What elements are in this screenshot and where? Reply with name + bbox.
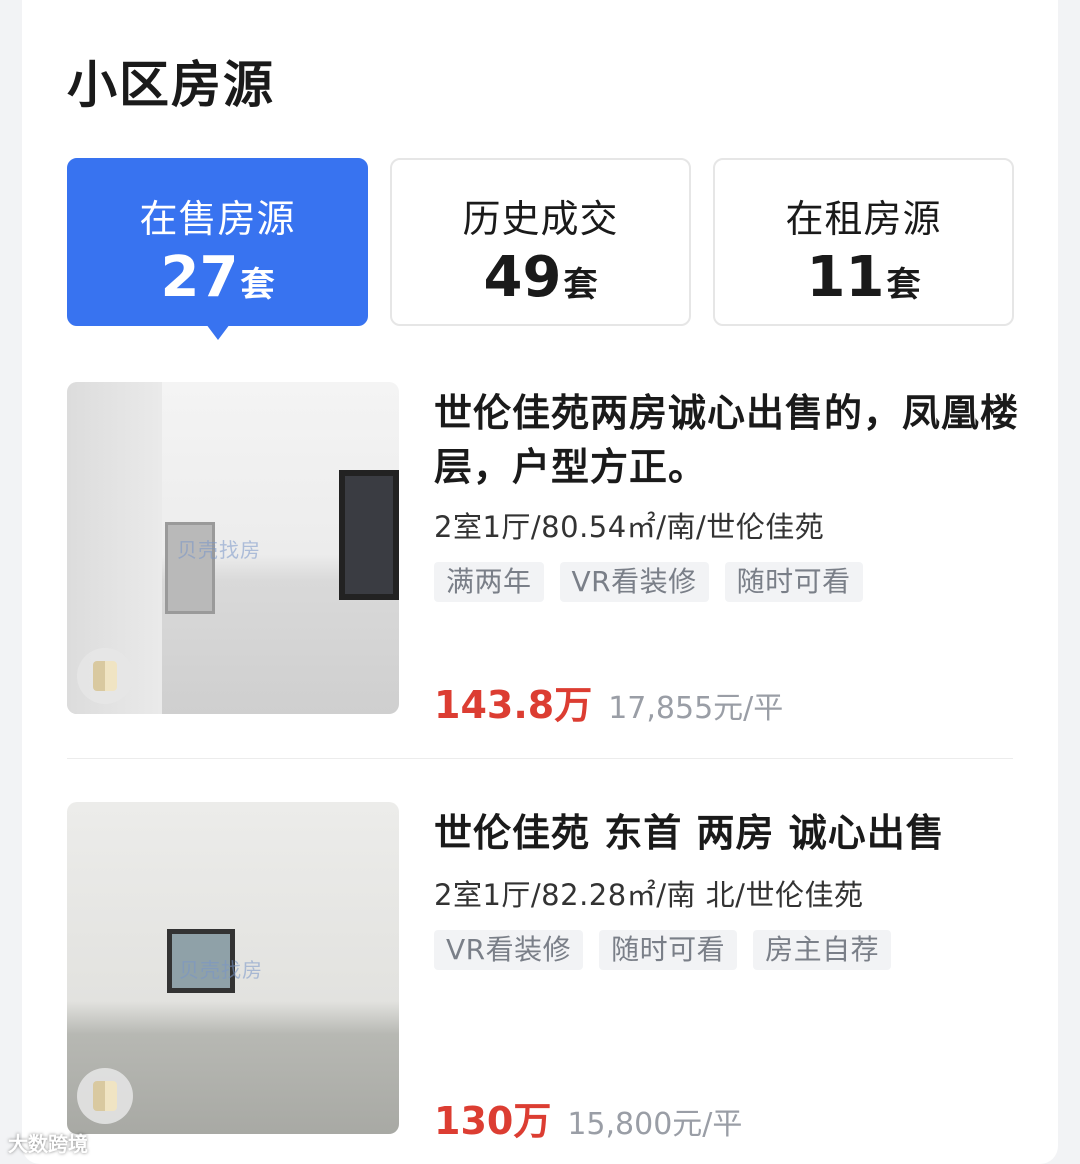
section-title: 小区房源 (67, 56, 275, 114)
listing-meta: 2室1厅/80.54㎡/南/世伦佳苑 (434, 510, 825, 544)
tag: 满两年 (434, 562, 544, 602)
vr-badge-icon[interactable] (77, 1068, 133, 1124)
listing-meta: 2室1厅/82.28㎡/南 北/世伦佳苑 (434, 878, 864, 912)
listing-title: 世伦佳苑两房诚心出售的，凤凰楼层，户型方正。 (434, 391, 1020, 489)
footer-watermark: 大数跨境 (8, 1132, 88, 1156)
tag: 房主自荐 (753, 930, 892, 970)
tab-unit: 套 (240, 265, 275, 305)
community-listings-card: 小区房源 在售房源 27套 历史成交 49套 在租房源 11套 贝壳找房 世伦佳… (22, 0, 1058, 1164)
tab-for-rent[interactable]: 在租房源 11套 (713, 158, 1014, 326)
listing-item[interactable]: 贝壳找房 世伦佳苑两房诚心出售的，凤凰楼层，户型方正。 2室1厅/80.54㎡/… (67, 382, 1018, 727)
photo-watermark: 贝壳找房 (177, 538, 261, 562)
listing-tags: VR看装修 随时可看 房主自荐 (434, 930, 892, 970)
price-row: 130万 15,800元/平 (434, 1090, 742, 1145)
tab-count-row: 49套 (392, 245, 689, 310)
vr-badge-icon[interactable] (77, 648, 133, 704)
total-price: 143.8万 (434, 683, 593, 727)
tab-count: 27 (160, 245, 239, 310)
tab-unit: 套 (886, 265, 921, 305)
unit-price: 17,855元/平 (608, 691, 784, 726)
tab-count-row: 27套 (69, 245, 366, 310)
tab-label: 历史成交 (462, 197, 619, 241)
photo-watermark: 贝壳找房 (179, 958, 263, 982)
listing-title: 世伦佳苑 东首 两房 诚心出售 (434, 811, 945, 855)
divider (67, 758, 1013, 759)
listing-photo[interactable]: 贝壳找房 (67, 802, 399, 1134)
tab-history-deals[interactable]: 历史成交 49套 (390, 158, 691, 326)
tab-count: 49 (483, 245, 562, 310)
tab-count-row: 11套 (715, 245, 1012, 310)
tab-label: 在售房源 (139, 197, 296, 241)
tab-label: 在租房源 (785, 197, 942, 241)
photo-window (339, 470, 399, 600)
tab-for-sale[interactable]: 在售房源 27套 (67, 158, 368, 340)
listing-photo[interactable]: 贝壳找房 (67, 382, 399, 714)
vr-cube-icon (93, 1081, 117, 1111)
unit-price: 15,800元/平 (567, 1107, 743, 1142)
price-row: 143.8万 17,855元/平 (434, 674, 783, 729)
total-price: 130万 (434, 1099, 552, 1143)
listing-item[interactable]: 贝壳找房 世伦佳苑 东首 两房 诚心出售 2室1厅/82.28㎡/南 北/世伦佳… (67, 802, 1017, 1143)
tag: 随时可看 (599, 930, 738, 970)
tag: VR看装修 (434, 930, 584, 970)
tab-count: 11 (806, 245, 885, 310)
tag: 随时可看 (724, 562, 863, 602)
vr-cube-icon (93, 661, 117, 691)
listing-tags: 满两年 VR看装修 随时可看 (434, 562, 863, 602)
tab-unit: 套 (563, 265, 598, 305)
tag: VR看装修 (559, 562, 709, 602)
